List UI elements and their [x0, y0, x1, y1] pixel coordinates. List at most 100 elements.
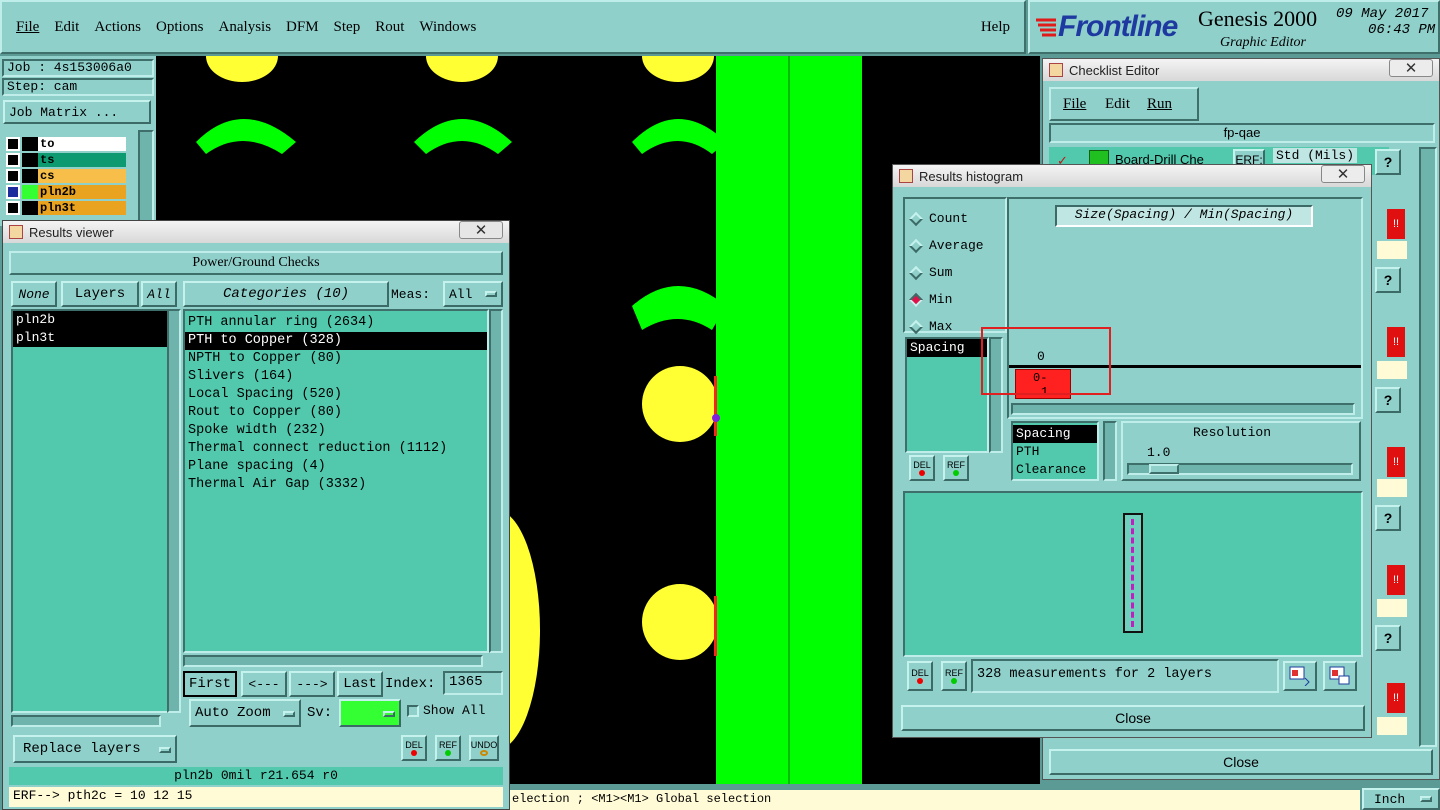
layers-button[interactable]: Layers — [61, 281, 139, 307]
hist-del-button[interactable]: DEL — [909, 455, 935, 481]
results-viewer-close-icon[interactable]: ✕ — [459, 221, 503, 239]
categories-hscrollbar[interactable] — [183, 655, 483, 667]
histogram-close-icon[interactable]: ✕ — [1321, 165, 1365, 183]
help-button-3[interactable]: ? — [1375, 387, 1401, 413]
resolution-item[interactable]: Spacing — [1013, 425, 1097, 443]
categories-list[interactable]: PTH annular ring (2634) PTH to Copper (32… — [183, 309, 489, 653]
results-viewer-title: Results viewer — [29, 224, 114, 240]
del-button[interactable]: DEL — [401, 735, 427, 761]
meas-dropdown[interactable]: All — [443, 281, 503, 307]
next-button[interactable]: ---> — [289, 671, 335, 697]
result-layer-item[interactable]: pln3t — [13, 329, 167, 347]
checklist-menu-run[interactable]: Run — [1147, 96, 1172, 113]
checklist-close-button[interactable]: Close — [1049, 749, 1433, 775]
menu-actions[interactable]: Actions — [94, 19, 141, 36]
units-dropdown[interactable]: Inch — [1362, 788, 1440, 810]
undo-button[interactable]: UNDO — [469, 735, 499, 761]
pad-top-left — [206, 56, 278, 82]
all-button[interactable]: All — [141, 281, 177, 307]
menu-windows[interactable]: Windows — [419, 19, 476, 36]
checklist-menubar: File Edit Run — [1049, 87, 1199, 121]
layer-row[interactable]: cs — [6, 168, 126, 184]
menu-dfm[interactable]: DFM — [286, 19, 319, 36]
auto-zoom-dropdown[interactable]: Auto Zoom — [189, 699, 301, 727]
category-item[interactable]: PTH to Copper (328) — [185, 332, 487, 350]
category-item[interactable]: Spoke width (232) — [185, 422, 487, 440]
job-matrix-button[interactable]: Job Matrix ... — [3, 100, 151, 124]
prev-button[interactable]: <--- — [241, 671, 287, 697]
replace-layers-dropdown[interactable]: Replace layers — [13, 735, 177, 763]
layer-row[interactable]: pln2b — [6, 184, 126, 200]
help-button-5[interactable]: ? — [1375, 625, 1401, 651]
resolution-list-scrollbar[interactable] — [1103, 421, 1117, 481]
metric-item[interactable]: Spacing — [907, 339, 987, 357]
layer-list-scrollbar[interactable] — [167, 309, 181, 713]
category-item[interactable]: Rout to Copper (80) — [185, 404, 487, 422]
menu-analysis[interactable]: Analysis — [219, 19, 272, 36]
menu-step[interactable]: Step — [334, 19, 361, 36]
index-label: Index: — [385, 676, 436, 692]
layer-checkbox[interactable] — [6, 169, 20, 183]
layer-checkbox[interactable] — [6, 153, 20, 167]
ref-button[interactable]: REF — [435, 735, 461, 761]
results-status: pln2b 0mil r21.654 r0 — [9, 767, 503, 785]
histogram-titlebar: Results histogram — [893, 165, 1371, 187]
sv-color-dropdown[interactable] — [339, 699, 401, 727]
resolution-list[interactable]: Spacing PTH Clearance — [1011, 421, 1099, 481]
category-item[interactable]: Slivers (164) — [185, 368, 487, 386]
results-layer-list[interactable]: pln2b pln3t — [11, 309, 169, 713]
save-chart-icon[interactable] — [1323, 661, 1357, 691]
category-item[interactable]: Plane spacing (4) — [185, 458, 487, 476]
yellow-strip-1 — [1377, 241, 1407, 259]
option-radio[interactable]: Count — [908, 205, 1005, 232]
show-all-checkbox[interactable] — [407, 705, 419, 717]
layer-row[interactable]: ts — [6, 152, 126, 168]
export-chart-icon[interactable] — [1283, 661, 1317, 691]
none-button[interactable]: None — [11, 281, 57, 307]
bottom-ref-button[interactable]: REF — [941, 661, 967, 691]
resolution-item[interactable]: PTH — [1013, 443, 1097, 461]
checklist-scrollbar[interactable] — [1419, 147, 1437, 747]
last-button[interactable]: Last — [337, 671, 383, 697]
layer-checkbox[interactable] — [6, 137, 20, 151]
menu-help[interactable]: Help — [981, 19, 1010, 36]
checklist-menu-file[interactable]: File — [1063, 96, 1086, 113]
layer-row[interactable]: to — [6, 136, 126, 152]
layer-row[interactable]: pln3t — [6, 200, 126, 216]
menu-rout[interactable]: Rout — [375, 19, 404, 36]
category-item[interactable]: Thermal connect reduction (1112) — [185, 440, 487, 458]
category-item[interactable]: Thermal Air Gap (3332) — [185, 476, 487, 494]
layer-checkbox[interactable] — [6, 201, 20, 215]
menu-options[interactable]: Options — [156, 19, 204, 36]
help-button-2[interactable]: ? — [1375, 267, 1401, 293]
option-radio[interactable]: Average — [908, 232, 1005, 259]
chevron-down-icon — [283, 711, 295, 717]
layer-list-hscrollbar[interactable] — [11, 715, 161, 727]
first-button[interactable]: First — [183, 671, 237, 697]
help-button-1[interactable]: ? — [1375, 149, 1401, 175]
resolution-item[interactable]: Clearance — [1013, 461, 1097, 479]
histogram-close-button[interactable]: Close — [901, 705, 1365, 731]
layer-checkbox[interactable] — [6, 185, 20, 199]
hist-ref-button[interactable]: REF — [943, 455, 969, 481]
option-radio[interactable]: Sum — [908, 259, 1005, 286]
category-item[interactable]: PTH annular ring (2634) — [185, 314, 487, 332]
category-item[interactable]: NPTH to Copper (80) — [185, 350, 487, 368]
menu-file[interactable]: File — [16, 19, 39, 36]
index-input[interactable]: 1365 — [443, 671, 503, 695]
categories-button[interactable]: Categories (10) — [183, 281, 389, 307]
menu-edit[interactable]: Edit — [54, 19, 79, 36]
slider-thumb[interactable] — [1149, 464, 1179, 474]
layer-list-scrollbar[interactable] — [138, 130, 154, 226]
checklist-close-icon[interactable]: ✕ — [1389, 59, 1433, 77]
histogram-hscrollbar[interactable] — [1011, 403, 1355, 415]
category-item[interactable]: Local Spacing (520) — [185, 386, 487, 404]
checklist-menu-edit[interactable]: Edit — [1105, 96, 1130, 113]
bottom-del-button[interactable]: DEL — [907, 661, 933, 691]
help-button-4[interactable]: ? — [1375, 505, 1401, 531]
categories-scrollbar[interactable] — [489, 309, 503, 653]
metric-list[interactable]: Spacing — [905, 337, 989, 453]
resolution-slider[interactable] — [1127, 463, 1353, 475]
option-radio[interactable]: Min — [908, 286, 1005, 313]
result-layer-item[interactable]: pln2b — [13, 311, 167, 329]
